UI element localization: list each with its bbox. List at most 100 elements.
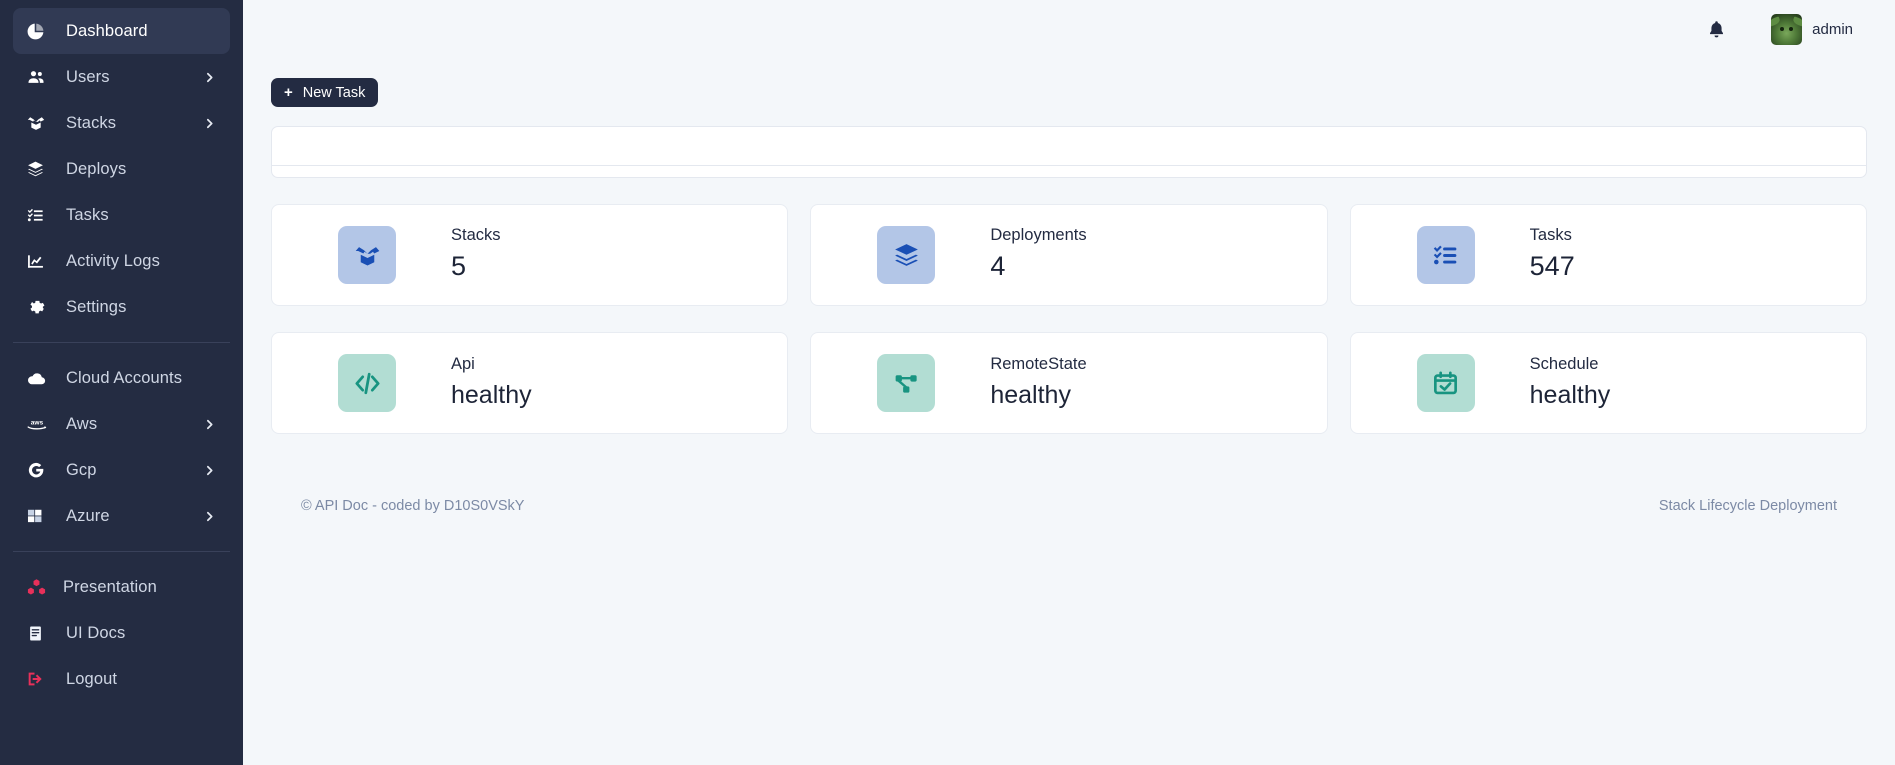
sidebar-item-label: Users [53, 68, 203, 87]
health-card-api[interactable]: Api healthy [271, 332, 788, 434]
stat-card-text: Stacks 5 [396, 224, 501, 286]
book-icon [26, 624, 53, 643]
google-cloud-icon [26, 460, 53, 480]
app-root: Dashboard Users Stacks [0, 0, 1895, 765]
chevron-right-icon[interactable] [203, 117, 216, 130]
sidebar: Dashboard Users Stacks [0, 0, 243, 765]
chart-line-icon [26, 252, 53, 271]
sidebar-item-label: Tasks [53, 206, 216, 225]
health-card-text: Api healthy [396, 353, 532, 412]
username-label: admin [1812, 21, 1853, 38]
sidebar-item-gcp[interactable]: Gcp [13, 447, 230, 493]
health-card-text: RemoteState healthy [935, 353, 1086, 412]
plus-icon: + [284, 85, 293, 100]
health-card-title: Schedule [1530, 353, 1611, 375]
layers-icon [26, 160, 53, 179]
svg-text:aws: aws [31, 420, 44, 427]
health-card-remotestate[interactable]: RemoteState healthy [810, 332, 1327, 434]
aws-icon: aws [26, 416, 53, 432]
pie-chart-icon [26, 22, 53, 41]
chevron-right-icon[interactable] [203, 71, 216, 84]
sidebar-group-main: Dashboard Users Stacks [0, 8, 243, 330]
sidebar-item-activity-logs[interactable]: Activity Logs [13, 238, 230, 284]
health-card-title: Api [451, 353, 532, 375]
chevron-right-icon[interactable] [203, 510, 216, 523]
page-footer: © API Doc - coded by D10S0VSkY Stack Lif… [271, 486, 1867, 526]
health-card-status: healthy [990, 378, 1086, 413]
calendar-check-icon [1417, 354, 1475, 412]
sidebar-item-label: Settings [53, 298, 216, 317]
logout-icon [26, 669, 53, 689]
sidebar-item-ui-docs[interactable]: UI Docs [13, 610, 230, 656]
box-open-icon [338, 226, 396, 284]
sidebar-item-logout[interactable]: Logout [13, 656, 230, 702]
users-icon [26, 67, 53, 87]
stat-card-title: Tasks [1530, 224, 1575, 246]
stat-card-deployments[interactable]: Deployments 4 [810, 204, 1327, 306]
sidebar-item-label: Stacks [53, 114, 203, 133]
chevron-right-icon[interactable] [203, 418, 216, 431]
sidebar-item-aws[interactable]: aws Aws [13, 401, 230, 447]
box-open-icon [26, 113, 53, 133]
health-card-title: RemoteState [990, 353, 1086, 375]
sidebar-item-label: UI Docs [53, 624, 216, 643]
health-card-text: Schedule healthy [1475, 353, 1611, 412]
sitemap-icon [877, 354, 935, 412]
stat-card-stacks[interactable]: Stacks 5 [271, 204, 788, 306]
cubes-icon [26, 577, 53, 598]
sidebar-item-stacks[interactable]: Stacks [13, 100, 230, 146]
panel-divider [272, 165, 1866, 166]
health-card-status: healthy [1530, 378, 1611, 413]
layers-icon [877, 226, 935, 284]
sidebar-item-label: Deploys [53, 160, 216, 179]
sidebar-group-extra: Presentation UI Docs Logout [0, 564, 243, 702]
sidebar-item-cloud-accounts[interactable]: Cloud Accounts [13, 355, 230, 401]
footer-link[interactable]: Stack Lifecycle Deployment [1659, 498, 1837, 514]
stat-card-value: 547 [1530, 248, 1575, 286]
user-menu[interactable]: admin [1771, 14, 1853, 45]
list-check-icon [1417, 226, 1475, 284]
sidebar-item-label: Presentation [53, 578, 216, 597]
stat-card-value: 5 [451, 248, 501, 286]
new-task-label: New Task [303, 85, 366, 101]
sidebar-item-label: Dashboard [53, 22, 216, 41]
sidebar-item-dashboard[interactable]: Dashboard [13, 8, 230, 54]
new-task-button[interactable]: + New Task [271, 78, 378, 107]
sidebar-divider-1 [13, 342, 230, 343]
user-avatar-yoda [1771, 14, 1802, 45]
content-area: + New Task Stacks 5 [243, 58, 1895, 765]
sidebar-item-label: Logout [53, 670, 216, 689]
health-card-schedule[interactable]: Schedule healthy [1350, 332, 1867, 434]
sidebar-item-label: Aws [53, 415, 203, 434]
gear-icon [26, 298, 53, 317]
stat-card-title: Stacks [451, 224, 501, 246]
sidebar-item-tasks[interactable]: Tasks [13, 192, 230, 238]
stat-card-tasks[interactable]: Tasks 547 [1350, 204, 1867, 306]
azure-icon [26, 507, 53, 526]
health-card-status: healthy [451, 378, 532, 413]
tasks-table-panel[interactable] [271, 126, 1867, 178]
sidebar-item-label: Activity Logs [53, 252, 216, 271]
sidebar-item-label: Cloud Accounts [53, 369, 216, 388]
stats-row-counts: Stacks 5 Deployments 4 [271, 204, 1867, 306]
top-bar: admin [243, 0, 1895, 58]
sidebar-item-users[interactable]: Users [13, 54, 230, 100]
sidebar-item-presentation[interactable]: Presentation [13, 564, 230, 610]
stat-card-text: Tasks 547 [1475, 224, 1575, 286]
footer-copyright: © API Doc - coded by D10S0VSkY [301, 498, 524, 514]
cloud-icon [26, 368, 53, 389]
stat-card-title: Deployments [990, 224, 1086, 246]
notification-bell-icon[interactable] [1706, 19, 1727, 40]
stat-card-value: 4 [990, 248, 1086, 286]
stat-card-text: Deployments 4 [935, 224, 1086, 286]
code-icon [338, 354, 396, 412]
sidebar-item-azure[interactable]: Azure [13, 493, 230, 539]
stats-row-health: Api healthy RemoteState healthy [271, 332, 1867, 434]
main-area: admin + New Task Stacks 5 [243, 0, 1895, 765]
sidebar-item-settings[interactable]: Settings [13, 284, 230, 330]
sidebar-item-label: Azure [53, 507, 203, 526]
sidebar-item-label: Gcp [53, 461, 203, 480]
list-check-icon [26, 206, 53, 225]
chevron-right-icon[interactable] [203, 464, 216, 477]
sidebar-item-deploys[interactable]: Deploys [13, 146, 230, 192]
